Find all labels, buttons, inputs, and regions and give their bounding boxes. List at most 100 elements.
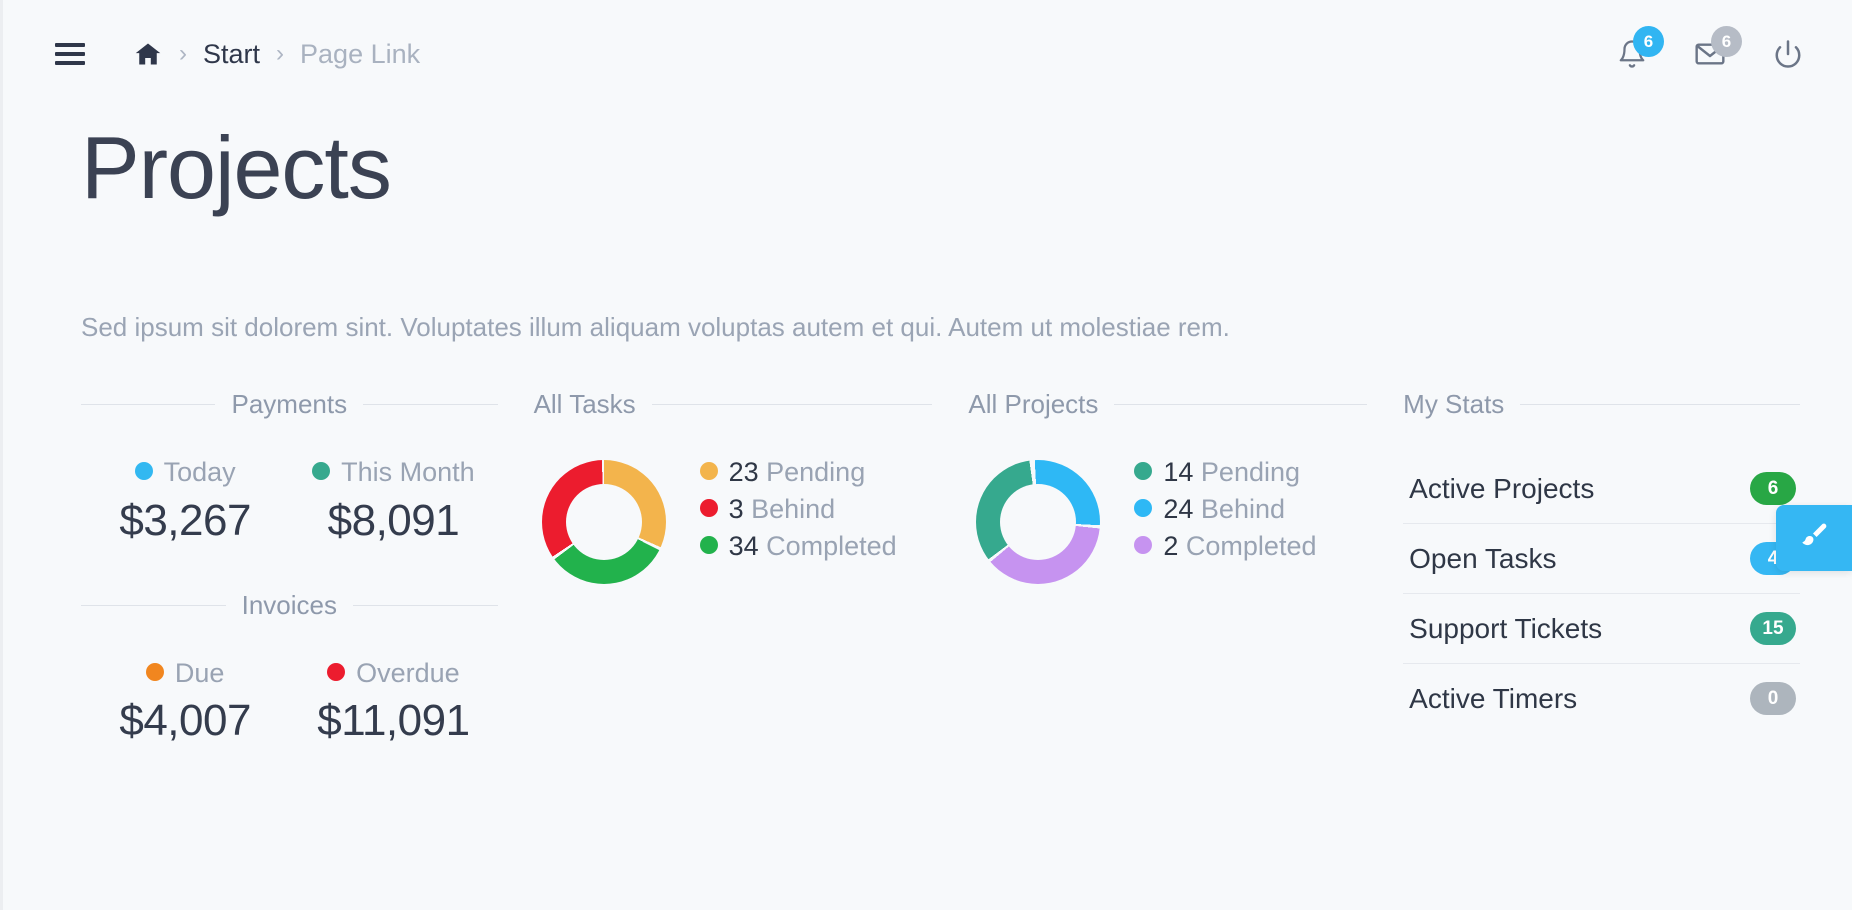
stat-row-active-projects[interactable]: Active Projects 6 bbox=[1403, 454, 1800, 525]
my-stats-list: Active Projects 6 Open Tasks 4 Support T… bbox=[1403, 454, 1800, 733]
legend-count: 24 bbox=[1163, 494, 1194, 525]
notifications-badge: 6 bbox=[1633, 26, 1664, 57]
all-tasks-heading-label: All Tasks bbox=[533, 389, 636, 420]
messages-envelope-icon[interactable]: 6 bbox=[1692, 26, 1742, 74]
legend-item: 2 Completed bbox=[1134, 528, 1316, 565]
my-stats-section-heading: My Stats bbox=[1403, 389, 1800, 420]
all-tasks-legend: 23 Pending 3 Behind 34 Completed bbox=[699, 454, 897, 565]
divider-line bbox=[363, 404, 498, 406]
stat-label: Active Projects bbox=[1409, 472, 1595, 504]
divider-line bbox=[1114, 404, 1368, 406]
hamburger-bar bbox=[55, 43, 85, 47]
all-projects-donut-chart bbox=[976, 460, 1101, 585]
divider-line bbox=[81, 604, 226, 606]
page-title: Projects bbox=[81, 118, 392, 217]
invoices-block: Invoices Due $4,007 Overdue $11,091 bbox=[81, 590, 498, 746]
legend-label: Behind bbox=[1200, 494, 1285, 525]
legend-count: 34 bbox=[728, 531, 759, 562]
all-tasks-column: All Tasks 23 Pending 3 Behind 34 Complet… bbox=[516, 389, 951, 585]
my-stats-heading-label: My Stats bbox=[1403, 389, 1505, 420]
breadcrumb-item-page-link[interactable]: Page Link bbox=[300, 39, 420, 70]
all-tasks-section-heading: All Tasks bbox=[534, 389, 933, 420]
all-projects-legend: 14 Pending 24 Behind 2 Completed bbox=[1134, 454, 1316, 565]
payment-today-label: Today bbox=[89, 454, 281, 491]
messages-badge: 6 bbox=[1711, 26, 1742, 57]
payment-this-month: This Month $8,091 bbox=[289, 454, 497, 545]
hamburger-bar bbox=[55, 61, 85, 65]
status-dot-orange bbox=[145, 662, 164, 681]
payment-this-month-value: $8,091 bbox=[327, 495, 460, 545]
status-dot-red bbox=[327, 662, 346, 681]
legend-count: 14 bbox=[1163, 457, 1194, 488]
all-tasks-donut-chart bbox=[541, 460, 666, 585]
status-dot-teal bbox=[312, 462, 331, 481]
invoice-overdue: Overdue $11,091 bbox=[289, 655, 497, 746]
invoices-values: Due $4,007 Overdue $11,091 bbox=[81, 655, 498, 746]
all-projects-chart-row: 14 Pending 24 Behind 2 Completed bbox=[968, 454, 1367, 585]
legend-item: 34 Completed bbox=[699, 528, 897, 565]
stat-row-active-timers[interactable]: Active Timers 0 bbox=[1403, 664, 1800, 733]
legend-count: 23 bbox=[728, 457, 759, 488]
legend-item: 14 Pending bbox=[1134, 454, 1316, 491]
legend-dot-completed bbox=[1134, 536, 1153, 555]
legend-dot-pending bbox=[1134, 462, 1153, 481]
invoice-overdue-label: Overdue bbox=[297, 655, 489, 692]
breadcrumb-separator: › bbox=[276, 40, 285, 67]
notifications-bell-icon[interactable]: 6 bbox=[1614, 26, 1664, 74]
payments-heading-label: Payments bbox=[231, 389, 348, 420]
paint-brush-icon bbox=[1797, 519, 1831, 558]
topbar-actions: 6 6 bbox=[1614, 26, 1812, 74]
dashboard-grid: Payments Today $3,267 This Month $8,091 … bbox=[3, 343, 1852, 746]
divider-line bbox=[352, 604, 498, 606]
home-icon[interactable] bbox=[133, 40, 163, 68]
payments-values: Today $3,267 This Month $8,091 bbox=[81, 454, 498, 545]
invoice-due-label: Due bbox=[89, 655, 281, 692]
legend-item: 24 Behind bbox=[1134, 491, 1316, 528]
power-logout-icon[interactable] bbox=[1770, 34, 1806, 74]
invoices-heading-label: Invoices bbox=[241, 589, 337, 620]
legend-count: 2 bbox=[1163, 531, 1179, 562]
legend-dot-behind bbox=[1134, 499, 1153, 518]
divider-line bbox=[651, 404, 933, 406]
legend-label: Completed bbox=[1185, 531, 1317, 562]
legend-item: 23 Pending bbox=[699, 454, 897, 491]
payments-section-heading: Payments bbox=[81, 389, 498, 420]
invoice-due-value: $4,007 bbox=[119, 695, 251, 745]
legend-dot-completed bbox=[699, 536, 718, 555]
status-badge: 0 bbox=[1749, 682, 1796, 716]
stat-label: Active Timers bbox=[1409, 682, 1578, 714]
theme-customizer-button[interactable] bbox=[1776, 505, 1852, 571]
my-stats-column: My Stats Active Projects 6 Open Tasks 4 … bbox=[1385, 389, 1800, 733]
breadcrumb-item-start[interactable]: Start bbox=[203, 39, 260, 70]
legend-label: Pending bbox=[1200, 457, 1301, 488]
breadcrumb: › Start › Page Link bbox=[133, 39, 420, 70]
page-header: Projects Sed ipsum sit dolorem sint. Vol… bbox=[3, 108, 1852, 343]
all-projects-section-heading: All Projects bbox=[968, 389, 1368, 420]
payment-today-value: $3,267 bbox=[119, 495, 251, 545]
all-projects-heading-label: All Projects bbox=[968, 389, 1099, 420]
legend-label: Behind bbox=[751, 494, 836, 525]
invoice-overdue-value: $11,091 bbox=[317, 695, 470, 745]
legend-label: Pending bbox=[766, 457, 866, 488]
invoice-due: Due $4,007 bbox=[81, 655, 289, 746]
hamburger-menu-icon[interactable] bbox=[55, 43, 85, 65]
payment-today: Today $3,267 bbox=[81, 454, 289, 545]
invoices-section-heading: Invoices bbox=[81, 590, 498, 621]
all-projects-column: All Projects 14 Pending 24 Behind 2 Comp… bbox=[950, 389, 1385, 585]
legend-item: 3 Behind bbox=[699, 491, 897, 528]
stat-row-open-tasks[interactable]: Open Tasks 4 bbox=[1403, 524, 1800, 595]
legend-dot-pending bbox=[699, 462, 718, 481]
breadcrumb-separator: › bbox=[179, 40, 187, 67]
payment-this-month-label: This Month bbox=[297, 454, 489, 491]
stat-row-support-tickets[interactable]: Support Tickets 15 bbox=[1403, 594, 1800, 665]
legend-count: 3 bbox=[728, 494, 744, 525]
payments-column: Payments Today $3,267 This Month $8,091 … bbox=[81, 389, 516, 746]
divider-line bbox=[81, 404, 216, 406]
status-badge: 6 bbox=[1749, 472, 1796, 506]
top-bar: › Start › Page Link 6 6 bbox=[3, 0, 1852, 108]
legend-label: Completed bbox=[766, 531, 897, 562]
page-description: Sed ipsum sit dolorem sint. Voluptates i… bbox=[81, 312, 1230, 343]
status-badge: 15 bbox=[1749, 612, 1796, 646]
status-dot-blue bbox=[134, 462, 153, 481]
stat-label: Open Tasks bbox=[1409, 542, 1557, 574]
